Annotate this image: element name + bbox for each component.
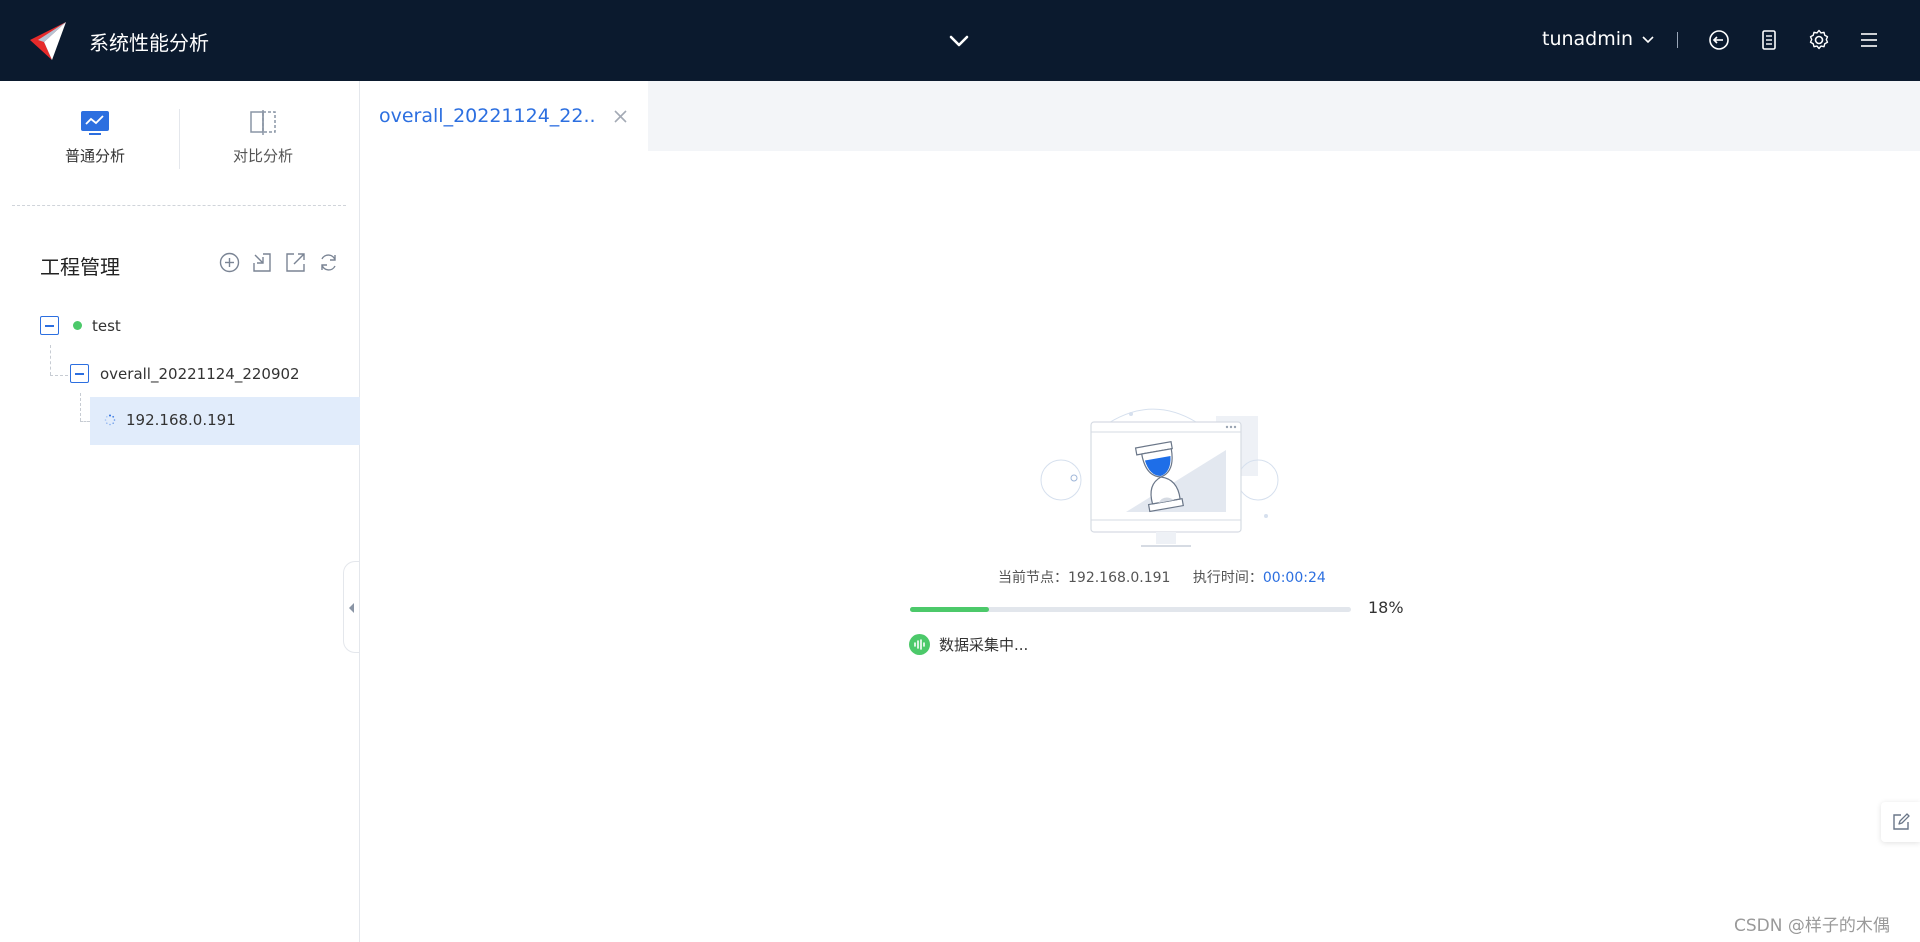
gear-icon[interactable] — [1807, 28, 1831, 52]
loading-hourglass-illustration — [1040, 408, 1279, 547]
app-logo — [30, 22, 66, 60]
execution-status-line: 当前节点：192.168.0.191 执行时间：00:00:24 — [998, 567, 1326, 587]
tree-connector — [50, 375, 68, 376]
refresh-icon[interactable] — [317, 251, 340, 274]
exec-time-value: 00:00:24 — [1262, 570, 1326, 586]
divider — [12, 205, 346, 206]
collect-status-text: 数据采集中... — [939, 636, 1029, 654]
server-icon[interactable] — [1757, 28, 1781, 52]
section-title: 工程管理 — [40, 255, 120, 279]
tree-item-node[interactable]: 192.168.0.191 — [104, 411, 236, 429]
progress-percent: 18% — [1368, 598, 1404, 617]
tab-bar: overall_20221124_22... — [360, 81, 1920, 151]
tree-connector — [80, 421, 90, 422]
compare-icon — [250, 110, 276, 135]
loading-spinner-icon — [104, 414, 116, 426]
header-divider — [1677, 32, 1678, 48]
chevron-down-icon[interactable] — [948, 30, 970, 52]
collect-status: 数据采集中... — [909, 634, 1028, 655]
collapse-toggle[interactable] — [70, 364, 89, 383]
mode-tab-label: 普通分析 — [64, 147, 125, 165]
feedback-button[interactable] — [1881, 802, 1920, 842]
tree-item-project[interactable]: test — [40, 316, 121, 335]
monitor-chart-icon — [81, 111, 109, 135]
mode-tab-label: 对比分析 — [232, 147, 293, 165]
exec-time-label: 执行时间： — [1192, 570, 1263, 586]
current-node-label: 当前节点： — [998, 570, 1068, 586]
import-icon[interactable] — [251, 251, 274, 274]
chevron-down-icon — [1642, 36, 1654, 44]
collapse-toggle[interactable] — [40, 316, 59, 335]
status-dot — [73, 321, 82, 330]
top-header: 系统性能分析 tunadmin — [0, 0, 1920, 81]
tree-item-label: test — [92, 316, 121, 335]
edit-note-icon — [1892, 813, 1910, 830]
tab-overall-task[interactable]: overall_20221124_22... — [360, 81, 648, 151]
mode-divider — [179, 109, 180, 169]
app-title: 系统性能分析 — [89, 31, 209, 55]
username: tunadmin — [1542, 28, 1634, 50]
menu-icon[interactable] — [1857, 28, 1881, 52]
tree-connector — [50, 345, 51, 375]
tree-item-label: 192.168.0.191 — [126, 411, 236, 429]
logout-icon[interactable] — [1707, 28, 1731, 52]
progress-bar-fill — [910, 607, 990, 612]
section-actions — [218, 251, 340, 274]
add-circle-icon[interactable] — [218, 251, 241, 274]
tab-label: overall_20221124_22... — [379, 105, 594, 127]
mode-tab-normal-analysis[interactable]: 普通分析 — [20, 109, 170, 166]
tree-connector — [80, 393, 81, 421]
close-icon[interactable] — [613, 109, 628, 124]
watermark: CSDN @样子的木偶 — [1734, 916, 1890, 936]
export-icon[interactable] — [284, 251, 307, 274]
left-sidebar: 普通分析 对比分析 工程管理 test overall_20221124_220… — [0, 81, 360, 942]
tree-item-task[interactable]: overall_20221124_220902 — [70, 364, 300, 383]
current-node-value: 192.168.0.191 — [1068, 570, 1171, 586]
user-menu[interactable]: tunadmin — [1542, 28, 1655, 50]
mode-tab-compare-analysis[interactable]: 对比分析 — [188, 109, 338, 166]
audio-wave-icon — [909, 634, 930, 655]
sidebar-collapse-handle[interactable] — [343, 561, 359, 653]
progress-bar — [910, 607, 1351, 612]
tree-item-label: overall_20221124_220902 — [100, 364, 300, 383]
